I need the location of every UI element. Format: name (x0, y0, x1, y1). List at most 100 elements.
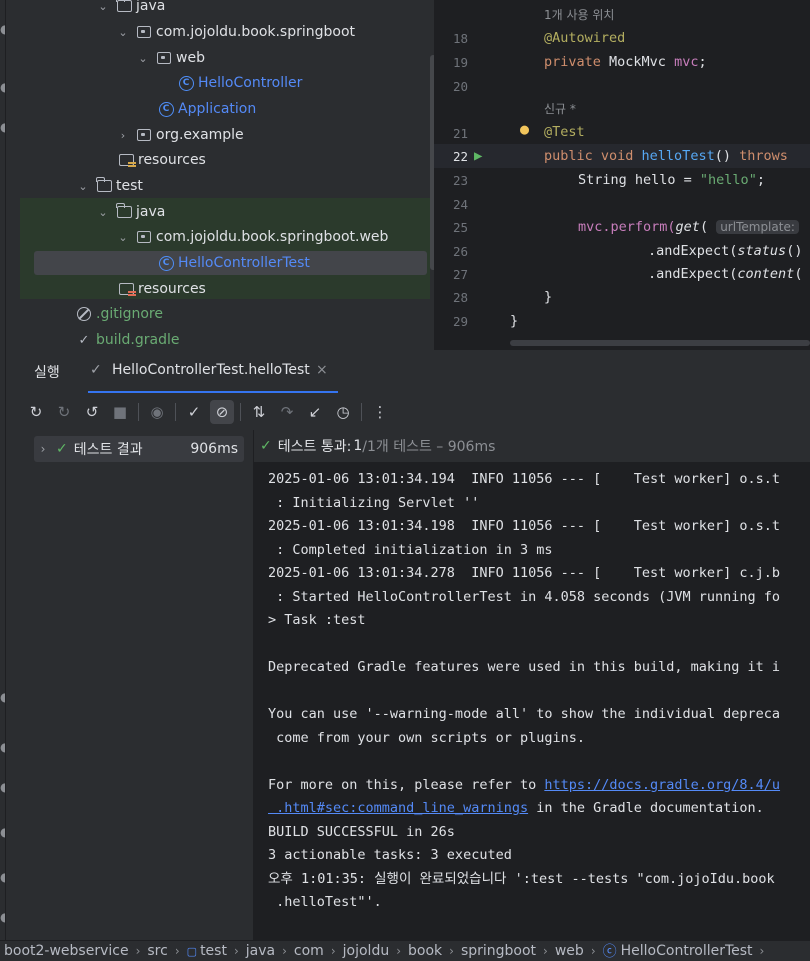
code-line-18: @Autowired (544, 30, 625, 46)
breadcrumb-item[interactable]: src (147, 943, 167, 959)
tree-item-label: HelloController (198, 75, 303, 91)
tree-item-build-gradle[interactable]: ✓ build.gradle (76, 328, 180, 350)
breadcrumb-separator-icon: › (233, 944, 239, 958)
chevron-down-icon[interactable]: ⌄ (76, 180, 90, 193)
editor-horizontal-scrollbar[interactable] (510, 340, 810, 346)
strip-icon[interactable]: ● (0, 910, 5, 924)
new-hint[interactable]: 신규 * (544, 100, 576, 117)
test-folder-icon (96, 177, 112, 193)
line-number: 21 (452, 126, 468, 141)
rerun-icon[interactable]: ↻ (24, 400, 48, 424)
console-line: BUILD SUCCESSFUL in 26s (268, 823, 455, 840)
console-line: Deprecated Gradle features were used in … (268, 659, 781, 675)
run-title-bar: 실행 ✓ HelloControllerTest.helloTest × (6, 350, 810, 394)
class-icon: ⓒ (602, 944, 617, 960)
show-ignored-icon[interactable]: ⊘ (210, 400, 234, 424)
strip-icon[interactable]: ● (0, 22, 5, 36)
code-line-23: String hello = "hello"; (578, 172, 765, 188)
tree-item-hellocontrollertest[interactable]: C HelloControllerTest (158, 251, 310, 275)
code-line-27: .andExpect(content( (648, 266, 802, 282)
chevron-down-icon[interactable]: ⌄ (116, 231, 130, 244)
strip-icon[interactable]: ● (0, 120, 5, 134)
strip-icon[interactable]: ● (0, 870, 5, 884)
console-line: You can use '--warning-mode all' to show… (268, 706, 781, 722)
import-tests-icon[interactable]: ↷ (275, 400, 299, 424)
tree-item-label: java (136, 0, 166, 14)
project-tree: ⌄ java ⌄ com.jojoldu.book.springboot ⌄ w… (6, 0, 434, 350)
chevron-right-icon[interactable]: › (34, 442, 52, 456)
line-number: 29 (452, 314, 468, 329)
tree-item-hellocontroller[interactable]: C HelloController (178, 71, 302, 95)
tree-item-test-resources[interactable]: resources (118, 277, 206, 301)
show-passed-icon[interactable]: ✓ (182, 400, 206, 424)
gradle-docs-link[interactable]: https://docs.gradle.org/8.4/u (544, 777, 780, 793)
tree-item-resources[interactable]: resources (118, 148, 206, 172)
ignore-file-icon (76, 307, 92, 321)
history-icon[interactable]: ◷ (331, 400, 355, 424)
code-line-29: } (510, 313, 518, 329)
code-token: get (675, 219, 700, 235)
tree-item-label: com.jojoldu.book.springboot.web (156, 229, 389, 245)
collapse-icon[interactable]: ↙ (303, 400, 327, 424)
stop-icon[interactable]: ■ (108, 400, 132, 424)
code-editor[interactable]: 1개 사용 위치 18 @Autowired 19 private MockMv… (434, 0, 810, 350)
breadcrumb-item[interactable]: HelloControllerTest (621, 943, 753, 959)
breadcrumb-separator-icon: › (543, 944, 548, 958)
chevron-down-icon[interactable]: ⌄ (96, 0, 110, 13)
breadcrumb-item[interactable]: test (200, 943, 227, 959)
test-resources-folder-icon (118, 282, 136, 297)
tree-item-label: test (116, 178, 143, 194)
line-number: 24 (452, 197, 468, 212)
breadcrumb-item[interactable]: book (408, 943, 442, 959)
tree-item-test[interactable]: ⌄ test (76, 174, 143, 198)
active-tab-indicator (88, 391, 338, 393)
sort-icon[interactable]: ⇅ (247, 400, 271, 424)
breadcrumb-item[interactable]: jojoldu (343, 943, 390, 959)
rerun-failed-icon[interactable]: ↻ (52, 400, 76, 424)
toggle-auto-test-icon[interactable]: ↺ (80, 400, 104, 424)
usages-hint[interactable]: 1개 사용 위치 (544, 6, 614, 23)
tree-item-application[interactable]: C Application (158, 97, 256, 121)
breadcrumb-item[interactable]: boot2-webservice (4, 943, 129, 959)
tree-item-test-package[interactable]: ⌄ com.jojoldu.book.springboot.web (116, 225, 388, 249)
breadcrumb-item[interactable]: web (555, 943, 584, 959)
tree-item-gitignore[interactable]: .gitignore (76, 302, 163, 326)
lightbulb-icon[interactable]: ● (520, 120, 529, 138)
strip-icon[interactable]: ● (0, 740, 5, 754)
breadcrumb-item[interactable]: com (294, 943, 324, 959)
chevron-right-icon[interactable]: › (116, 129, 130, 142)
strip-icon[interactable]: ● (0, 825, 5, 839)
close-tab-icon[interactable]: × (316, 362, 328, 378)
test-results-root[interactable]: › ✓ 테스트 결과 906ms (34, 436, 244, 462)
chevron-down-icon[interactable]: ⌄ (116, 26, 130, 39)
eye-icon[interactable]: ◉ (145, 400, 169, 424)
folder-icon (116, 203, 132, 219)
line-number: 20 (452, 79, 468, 94)
strip-icon[interactable]: ● (0, 80, 5, 94)
tree-item-label: resources (138, 281, 206, 297)
breadcrumb-item[interactable]: springboot (461, 943, 536, 959)
breadcrumb-item[interactable]: java (246, 943, 275, 959)
tree-item-test-java[interactable]: ⌄ java (96, 200, 165, 224)
run-test-gutter-icon[interactable]: ▶ (474, 148, 482, 164)
tree-item-org-example[interactable]: › org.example (116, 123, 244, 147)
test-summary-bar: ✓ 테스트 통과: 1 /1개 테스트 – 906ms (254, 430, 810, 462)
test-results-time: 906ms (190, 441, 238, 457)
console-output[interactable]: ✓ 테스트 통과: 1 /1개 테스트 – 906ms 2025-01-06 1… (254, 430, 810, 940)
more-options-icon[interactable]: ⋮ (368, 400, 392, 424)
chevron-down-icon[interactable]: ⌄ (96, 206, 110, 219)
gradle-docs-link[interactable]: .html#sec:command_line_warnings (268, 800, 528, 816)
tree-item-package[interactable]: ⌄ com.jojoldu.book.springboot (116, 20, 355, 44)
tree-item-label: web (176, 50, 205, 66)
test-results-label: 테스트 결과 (73, 442, 143, 458)
chevron-down-icon[interactable]: ⌄ (136, 52, 150, 65)
console-line: 3 actionable tasks: 3 executed (268, 847, 512, 863)
strip-icon[interactable]: ● (0, 690, 5, 704)
tree-item-web[interactable]: ⌄ web (136, 46, 205, 70)
tree-item-java[interactable]: ⌄ java (96, 0, 165, 18)
tab-run[interactable]: 실행 (34, 362, 60, 382)
strip-icon[interactable]: ● (0, 780, 5, 794)
tab-hellocontrollertest[interactable]: HelloControllerTest.helloTest (112, 362, 310, 378)
toolbar-separator (138, 403, 139, 421)
